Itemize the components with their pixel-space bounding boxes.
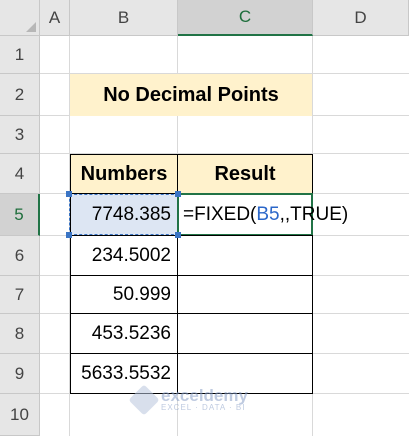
exceldemy-logo-icon	[128, 383, 160, 416]
cell-b7[interactable]: 50.999	[70, 275, 178, 314]
cell-c8[interactable]	[177, 313, 313, 354]
formula-prefix: =FIXED(	[183, 203, 257, 225]
header-numbers[interactable]: Numbers	[70, 154, 178, 194]
header-result[interactable]: Result	[177, 154, 313, 194]
column-header-d[interactable]: D	[313, 0, 409, 36]
selection-handle-icon[interactable]	[175, 191, 181, 197]
watermark-tagline: EXCEL · DATA · BI	[161, 403, 246, 412]
row-header-8[interactable]: 8	[0, 314, 40, 354]
select-all-triangle-icon	[26, 22, 36, 32]
row-header-10[interactable]: 10	[0, 394, 40, 436]
selection-handle-icon[interactable]	[66, 191, 72, 197]
row-header-1[interactable]: 1	[0, 36, 40, 74]
reference-highlight	[69, 194, 179, 235]
cell-c6[interactable]	[177, 235, 313, 276]
row-header-4[interactable]: 4	[0, 154, 40, 194]
row-header-3[interactable]: 3	[0, 116, 40, 154]
column-header-b[interactable]: B	[70, 0, 178, 36]
formula-text: =FIXED(B5,,TRUE)	[183, 204, 348, 226]
formula-ref: B5	[256, 203, 280, 225]
watermark: exceldemy EXCEL · DATA · BI	[128, 383, 248, 416]
column-header-a[interactable]: A	[40, 0, 70, 36]
selection-handle-icon[interactable]	[175, 232, 181, 238]
cell-c7[interactable]	[177, 275, 313, 314]
row-header-2[interactable]: 2	[0, 74, 40, 116]
cell-b8[interactable]: 453.5236	[70, 313, 178, 354]
row-header-6[interactable]: 6	[0, 236, 40, 276]
row-header-9[interactable]: 9	[0, 354, 40, 394]
watermark-text: exceldemy EXCEL · DATA · BI	[161, 387, 248, 412]
selection-handle-icon[interactable]	[66, 232, 72, 238]
formula-suffix: ,,TRUE)	[279, 203, 349, 225]
row-header-5[interactable]: 5	[0, 194, 40, 236]
column-header-c[interactable]: C	[178, 0, 313, 36]
watermark-name: exceldemy	[161, 386, 248, 405]
title-cell[interactable]: No Decimal Points	[70, 74, 312, 116]
cell-b6[interactable]: 234.5002	[70, 235, 178, 276]
cell-c5-active[interactable]: =FIXED(B5,,TRUE)	[177, 193, 348, 236]
row-header-7[interactable]: 7	[0, 276, 40, 314]
